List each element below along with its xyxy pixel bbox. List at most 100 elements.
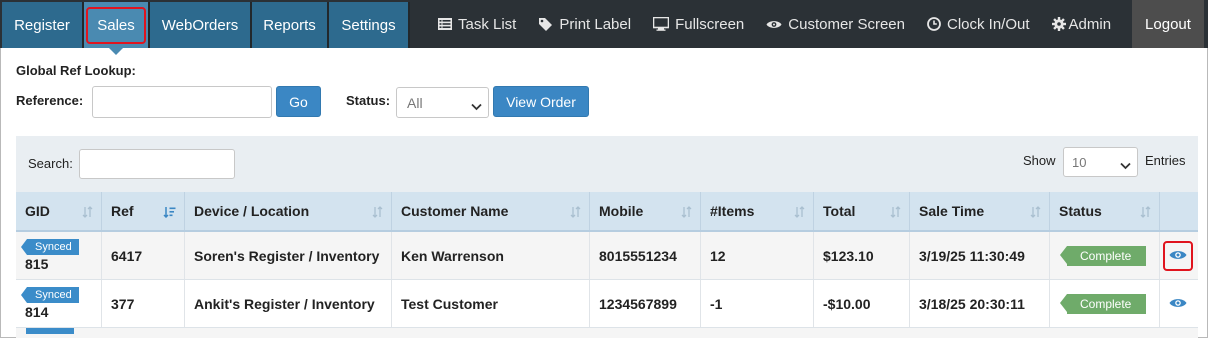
table-row[interactable]: Synced 814 377 Ankit's Register / Invent… [16, 280, 1198, 328]
gid-value: 815 [25, 256, 49, 272]
eye-icon [1169, 296, 1187, 312]
column-header-sale-time[interactable]: Sale Time [910, 192, 1050, 230]
sort-descending-icon [163, 205, 176, 221]
list-icon [438, 18, 452, 30]
column-header-items[interactable]: #Items [701, 192, 814, 230]
column-header-gid[interactable]: GID [16, 192, 102, 230]
entries-label: Entries [1145, 153, 1186, 168]
tab-settings[interactable]: Settings [329, 2, 410, 48]
chevron-down-icon [1120, 158, 1131, 173]
search-label: Search: [28, 156, 73, 171]
column-header-label: Customer Name [401, 203, 509, 219]
mobile-cell: 8015551234 [590, 232, 701, 279]
sort-icon [1030, 205, 1041, 221]
device-cell: Ankit's Register / Inventory [185, 280, 392, 327]
status-selected-value: All [407, 94, 423, 111]
column-header-status[interactable]: Status [1050, 192, 1160, 230]
show-label: Show [1023, 153, 1056, 168]
tab-reports[interactable]: Reports [252, 2, 329, 48]
gear-icon [1051, 17, 1066, 31]
total-cell: $123.10 [814, 232, 910, 279]
items-cell: -1 [701, 280, 814, 327]
lookup-title: Global Ref Lookup: [16, 63, 136, 78]
tag-icon [538, 17, 553, 32]
go-button[interactable]: Go [276, 86, 321, 117]
table-row[interactable]: Synced 815 6417 Soren's Register / Inven… [16, 232, 1198, 280]
column-header-actions [1160, 192, 1198, 230]
print-label-label: Print Label [559, 15, 632, 33]
customer-screen-button[interactable]: Customer Screen [766, 16, 905, 33]
gid-cell: Synced 814 [16, 280, 102, 327]
nav-tabs: Register Sales WebOrders Reports Setting… [2, 0, 410, 55]
column-header-label: GID [25, 203, 50, 219]
clock-in-out-button[interactable]: Clock In/Out [927, 16, 1030, 33]
entries-select[interactable]: 10 [1063, 147, 1138, 177]
mobile-cell: 1234567899 [590, 280, 701, 327]
reference-input[interactable] [92, 86, 272, 118]
tab-sales-label: Sales [86, 6, 146, 44]
status-cell: Complete [1050, 232, 1160, 279]
monitor-icon [653, 17, 670, 31]
view-order-button[interactable]: View Order [493, 86, 589, 117]
ref-cell: 377 [102, 280, 185, 327]
column-header-customer[interactable]: Customer Name [392, 192, 590, 230]
tab-sales[interactable]: Sales [84, 2, 150, 55]
customer-cell: Test Customer [392, 280, 590, 327]
gid-cell: Synced 815 [16, 232, 102, 279]
fullscreen-button[interactable]: Fullscreen [653, 16, 744, 33]
status-cell: Complete [1050, 280, 1160, 327]
reference-label: Reference: [16, 93, 84, 108]
column-header-label: Device / Location [194, 203, 310, 219]
table-header: GID Ref Device / Location Customer Name … [16, 192, 1198, 232]
clock-in-out-label: Clock In/Out [947, 15, 1030, 33]
sales-panel: Search: Show 10 Entries GID Ref Device /… [16, 136, 1198, 338]
actions-cell [1160, 280, 1198, 327]
view-sale-button[interactable] [1163, 240, 1193, 271]
column-header-label: Mobile [599, 203, 644, 219]
sale-time-cell: 3/19/25 11:30:49 [910, 232, 1050, 279]
tab-settings-label: Settings [341, 16, 396, 34]
chevron-down-icon [471, 98, 482, 114]
total-cell: -$10.00 [814, 280, 910, 327]
sort-icon [890, 205, 901, 221]
customer-screen-label: Customer Screen [788, 15, 905, 33]
status-label: Status: [346, 93, 391, 108]
tab-reports-label: Reports [263, 16, 316, 34]
admin-label: Admin [1068, 15, 1112, 33]
column-header-mobile[interactable]: Mobile [590, 192, 701, 230]
task-list-label: Task List [458, 15, 517, 33]
column-header-ref[interactable]: Ref [102, 192, 185, 230]
task-list-button[interactable]: Task List [438, 16, 516, 33]
sort-icon [794, 205, 805, 221]
sale-time-cell: 3/18/25 20:30:11 [910, 280, 1050, 327]
gid-value: 814 [25, 304, 49, 320]
tab-weborders[interactable]: WebOrders [150, 2, 252, 48]
status-select[interactable]: All [396, 87, 489, 118]
sort-icon [570, 205, 581, 221]
print-label-button[interactable]: Print Label [538, 16, 631, 33]
sales-table: GID Ref Device / Location Customer Name … [16, 192, 1198, 338]
sort-icon [82, 205, 93, 221]
column-header-total[interactable]: Total [814, 192, 910, 230]
admin-button[interactable]: Admin [1051, 15, 1112, 33]
table-row-partial [16, 328, 1198, 338]
column-header-label: #Items [710, 203, 755, 219]
column-header-device[interactable]: Device / Location [185, 192, 392, 230]
column-header-label: Total [823, 203, 856, 219]
ref-cell: 6417 [102, 232, 185, 279]
logout-button[interactable]: Logout [1132, 0, 1204, 48]
nav-toolbar: Task List Print Label Fullscreen Custome… [438, 0, 1175, 48]
search-input[interactable] [79, 149, 235, 179]
view-sale-button[interactable] [1163, 289, 1193, 319]
entries-selected-value: 10 [1072, 154, 1087, 170]
items-cell: 12 [701, 232, 814, 279]
eye-icon [766, 19, 782, 30]
tab-register[interactable]: Register [2, 2, 84, 48]
top-nav: Register Sales WebOrders Reports Setting… [0, 0, 1208, 55]
synced-badge-partial [26, 328, 74, 334]
column-header-label: Ref [111, 203, 134, 219]
sort-icon [372, 205, 383, 221]
actions-cell [1160, 232, 1198, 279]
sort-icon [1140, 205, 1151, 221]
clock-icon [927, 17, 941, 31]
